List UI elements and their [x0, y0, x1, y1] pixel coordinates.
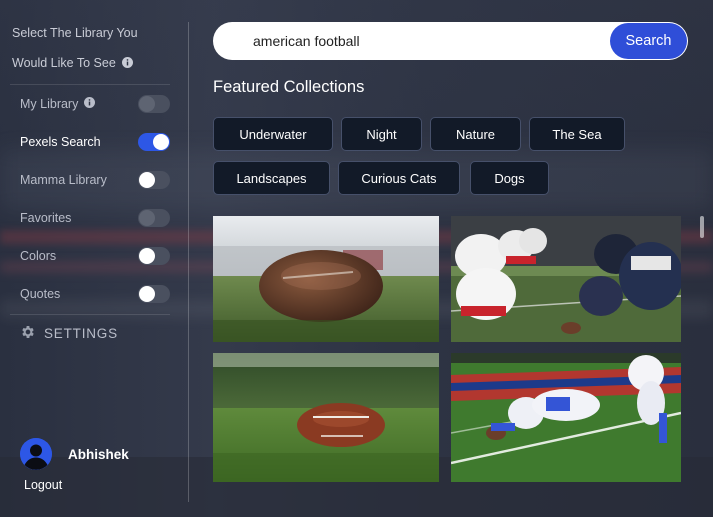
- sidebar-item-mamma-library[interactable]: Mamma Library: [20, 169, 170, 191]
- settings-link[interactable]: SETTINGS: [20, 324, 118, 343]
- sidebar-item-label: Quotes: [20, 287, 61, 301]
- photo-card[interactable]: [213, 216, 439, 342]
- sidebar: Select The Library You Would Like To See…: [0, 0, 189, 517]
- sidebar-item-colors[interactable]: Colors: [20, 245, 170, 267]
- sidebar-item-label: Pexels Search: [20, 135, 101, 149]
- collection-chip-night[interactable]: Night: [341, 117, 422, 151]
- gear-icon: [20, 324, 36, 343]
- sidebar-item-label: Colors: [20, 249, 57, 263]
- search-input[interactable]: [253, 31, 593, 51]
- info-icon[interactable]: [121, 49, 133, 79]
- settings-label: SETTINGS: [44, 326, 118, 341]
- my-library-toggle[interactable]: [138, 95, 170, 113]
- search-bar: Search: [213, 22, 688, 60]
- gallery-scrollbar[interactable]: [700, 216, 704, 238]
- user-name: Abhishek: [68, 446, 129, 462]
- sidebar-item-favorites[interactable]: Favorites: [20, 207, 170, 229]
- info-icon[interactable]: [84, 97, 96, 111]
- quotes-toggle[interactable]: [138, 285, 170, 303]
- library-heading-line1: Select The Library You: [12, 26, 138, 40]
- user-profile[interactable]: Abhishek: [20, 438, 129, 470]
- sidebar-item-label: Favorites: [20, 211, 72, 225]
- photo-card[interactable]: [213, 353, 439, 482]
- user-avatar-icon: [20, 438, 52, 470]
- sidebar-item-pexels-search[interactable]: Pexels Search: [20, 131, 170, 153]
- photo-gallery: [213, 216, 683, 486]
- sidebar-vertical-divider: [188, 22, 189, 502]
- sidebar-item-my-library[interactable]: My Library: [20, 93, 170, 115]
- library-heading-line2: Would Like To See: [12, 56, 116, 70]
- collection-chip-landscapes[interactable]: Landscapes: [213, 161, 330, 195]
- photo-card[interactable]: [451, 216, 681, 342]
- pexels-search-toggle[interactable]: [138, 133, 170, 151]
- collection-chip-underwater[interactable]: Underwater: [213, 117, 333, 151]
- sidebar-item-label: My Library: [20, 97, 79, 111]
- collection-chip-dogs[interactable]: Dogs: [470, 161, 549, 195]
- favorites-toggle[interactable]: [138, 209, 170, 227]
- sidebar-item-quotes[interactable]: Quotes: [20, 283, 170, 305]
- library-heading: Select The Library You Would Like To See: [12, 18, 177, 79]
- sidebar-divider: [10, 84, 170, 85]
- collection-chip-curious-cats[interactable]: Curious Cats: [338, 161, 460, 195]
- collection-chip-the-sea[interactable]: The Sea: [529, 117, 625, 151]
- mamma-library-toggle[interactable]: [138, 171, 170, 189]
- sidebar-item-label: Mamma Library: [20, 173, 107, 187]
- logout-link[interactable]: Logout: [24, 478, 62, 492]
- photo-card[interactable]: [451, 353, 681, 482]
- colors-toggle[interactable]: [138, 247, 170, 265]
- featured-collections-title: Featured Collections: [213, 78, 365, 96]
- sidebar-divider: [10, 314, 170, 315]
- search-button[interactable]: Search: [610, 23, 687, 59]
- collection-chip-nature[interactable]: Nature: [430, 117, 521, 151]
